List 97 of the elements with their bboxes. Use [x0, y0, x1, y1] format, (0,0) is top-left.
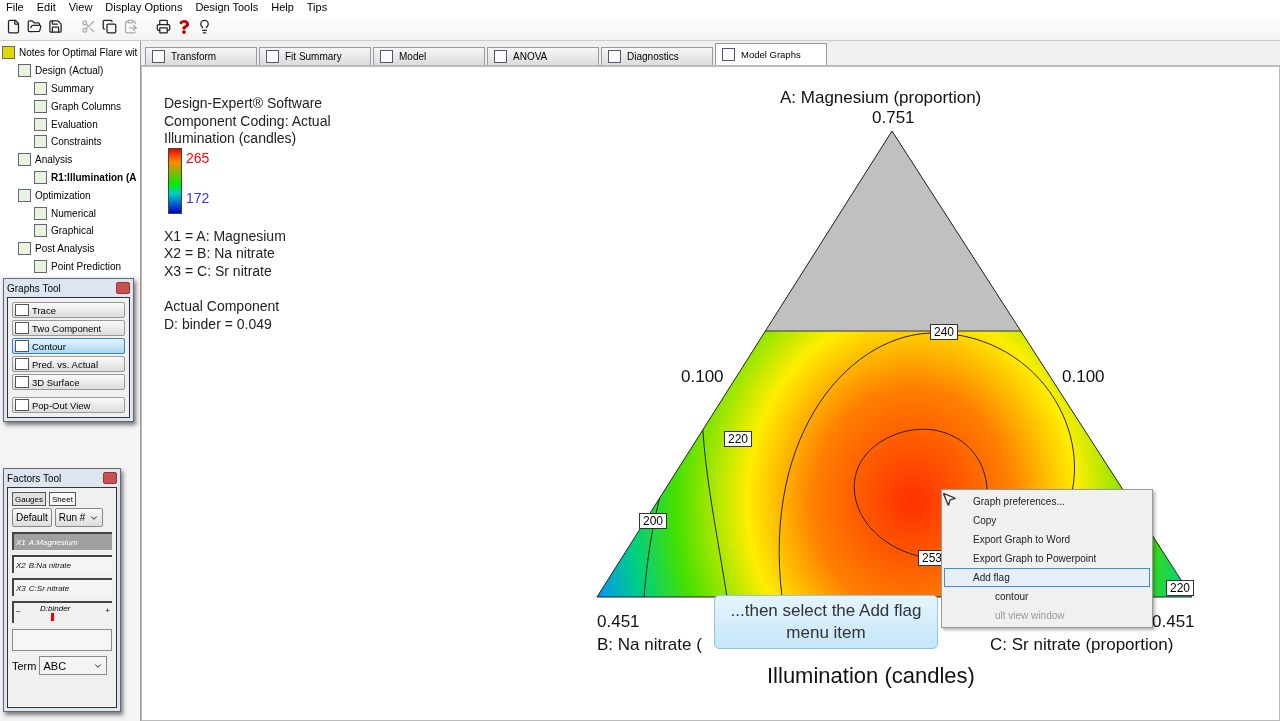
legend-text: Design-Expert® Software: [164, 95, 324, 113]
tree-node-icon: [34, 206, 47, 220]
tree-item[interactable]: Evaluation: [51, 118, 98, 130]
tree-node-icon: [34, 170, 47, 184]
menu-item[interactable]: Add flag: [944, 568, 1150, 587]
tree-node-icon: [34, 99, 47, 113]
menu-item[interactable]: Tips: [306, 0, 328, 13]
tree-node-icon: [34, 259, 47, 273]
tree-item[interactable]: Graphical: [51, 225, 94, 237]
factor-gauge[interactable]: X2 B:Na nitrate: [12, 555, 112, 573]
tree-item[interactable]: Optimization: [35, 189, 91, 201]
axis-label: C: Sr nitrate (proportion): [990, 635, 1174, 655]
close-icon[interactable]: [116, 282, 130, 294]
menu-item[interactable]: Edit: [36, 0, 56, 13]
tab[interactable]: ANOVA: [487, 47, 599, 65]
lightbulb-icon[interactable]: [197, 19, 212, 34]
graph-type-button[interactable]: Trace: [12, 302, 125, 318]
menu-item[interactable]: View: [68, 0, 93, 13]
tree-root[interactable]: Notes for Optimal Flare wit: [19, 47, 138, 59]
menu-item[interactable]: Export Graph to Powerpoint: [944, 549, 1150, 568]
tree-node-icon: [34, 117, 47, 131]
axis-label: B: Na nitrate (: [597, 635, 702, 655]
graph-type-button[interactable]: Pred. vs. Actual: [12, 356, 125, 372]
tree-node-icon: [34, 224, 47, 238]
graph-type-button[interactable]: Contour: [12, 338, 125, 354]
graph-type-button[interactable]: 3D Surface: [12, 374, 125, 390]
tree-node-icon: [18, 153, 31, 167]
tree-node-icon: [34, 82, 47, 95]
scale-min: 172: [186, 190, 210, 208]
tab[interactable]: Gauges: [12, 492, 47, 506]
graph-type-button[interactable]: Pop-Out View: [12, 397, 125, 413]
menu-item[interactable]: Design Tools: [195, 0, 259, 13]
copy-icon[interactable]: [102, 19, 117, 34]
close-icon[interactable]: [103, 472, 117, 484]
tree-item[interactable]: Numerical: [51, 207, 96, 219]
menu-item[interactable]: Help: [271, 0, 294, 13]
tab[interactable]: Fit Summary: [259, 47, 371, 65]
tree-item[interactable]: Analysis: [35, 154, 73, 166]
graph-type-button[interactable]: Two Component: [12, 320, 125, 336]
slider-thumb[interactable]: [51, 613, 55, 621]
legend-text: Actual Component: [164, 298, 281, 316]
folder-icon: [2, 46, 15, 60]
legend-text: X2 = B: Na nitrate: [164, 245, 276, 263]
tree-item[interactable]: Summary: [51, 83, 94, 94]
new-file-icon[interactable]: [6, 19, 21, 34]
legend-text: D: binder = 0.049: [164, 315, 273, 333]
tab[interactable]: Sheet: [49, 492, 76, 506]
menu-item[interactable]: Display Options: [105, 0, 183, 13]
tree-node-icon: [34, 135, 47, 149]
tree-item[interactable]: Point Prediction: [51, 260, 122, 272]
factor-gauge[interactable]: X3 C:Sr nitrate: [12, 578, 112, 596]
tree-item[interactable]: Post Analysis: [35, 243, 95, 255]
callout: ...then select the Add flag menu item: [714, 595, 938, 649]
contour-label: 200: [639, 513, 668, 529]
window-title: Factors Tool: [7, 472, 62, 484]
legend-text: X1 = A: Magnesium: [164, 227, 287, 245]
contour-label: 240: [930, 324, 959, 340]
menu-item[interactable]: contour: [944, 587, 1150, 606]
tab[interactable]: Model Graphs: [715, 43, 827, 65]
run-dropdown[interactable]: Run #: [54, 508, 104, 527]
color-scale: [168, 147, 182, 214]
graph-title: Illumination (candles): [767, 663, 975, 689]
axis-label: A: Magnesium (proportion): [780, 88, 982, 108]
tab[interactable]: Model: [373, 47, 485, 65]
tree-node-icon: [18, 242, 31, 256]
cursor-icon: [941, 491, 957, 507]
open-folder-icon[interactable]: [27, 19, 42, 34]
tree-item[interactable]: Constraints: [51, 136, 102, 148]
default-button[interactable]: Default: [12, 508, 52, 527]
factor-slider[interactable]: – D:binder +: [12, 601, 112, 623]
contour-label: 220: [1166, 580, 1195, 596]
legend-text: X3 = C: Sr nitrate: [164, 262, 273, 280]
axis-value: 0.451: [597, 612, 640, 632]
axis-value: 0.751: [872, 108, 915, 128]
axis-value: 0.100: [681, 367, 724, 387]
help-icon[interactable]: [177, 19, 191, 34]
tree-node-icon: [18, 64, 31, 78]
tree-item[interactable]: Design (Actual): [35, 65, 104, 77]
contour-label: 220: [724, 431, 753, 447]
term-dropdown[interactable]: ABC: [39, 656, 108, 675]
print-icon[interactable]: [156, 19, 171, 34]
tab[interactable]: Transform: [145, 47, 257, 65]
tree-item[interactable]: R1:Illumination (A: [51, 171, 137, 183]
menu-item[interactable]: File: [6, 0, 24, 13]
term-label: Term: [12, 659, 37, 672]
menu-item[interactable]: Export Graph to Word: [944, 530, 1150, 549]
window-title: Graphs Tool: [7, 282, 61, 294]
save-icon[interactable]: [48, 19, 63, 34]
tree-item[interactable]: Graph Columns: [51, 100, 122, 112]
axis-value: 0.451: [1152, 612, 1195, 632]
menu-item[interactable]: Copy: [944, 511, 1150, 530]
tab[interactable]: Diagnostics: [601, 47, 713, 65]
axis-value: 0.100: [1062, 367, 1105, 387]
scale-max: 265: [186, 149, 210, 167]
tree-node-icon: [18, 188, 31, 202]
legend-text: Illumination (candles): [164, 130, 298, 148]
legend-text: Component Coding: Actual: [164, 112, 331, 130]
